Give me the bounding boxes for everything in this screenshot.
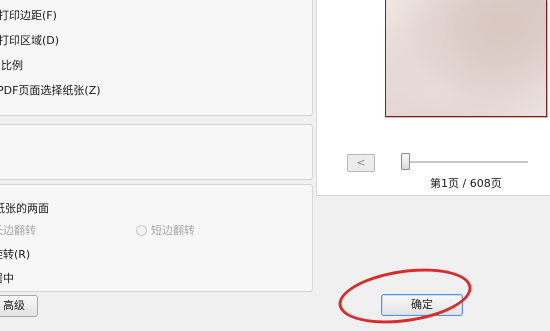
short-edge-radio[interactable]: 短边翻转 <box>136 222 195 238</box>
duplex-title: 纸张的两面 <box>0 202 49 215</box>
option-pdf-paper-label: PDF页面选择纸张(Z) <box>0 84 101 97</box>
option-print-area-label: 打印区域(D) <box>0 34 60 47</box>
page-slider-track[interactable] <box>404 161 528 164</box>
page-indicator: 第1页 / 608页 <box>430 177 502 190</box>
rotate-option[interactable]: 旋转(R) <box>0 246 30 262</box>
option-margins[interactable]: 打印边距(F) <box>0 7 57 23</box>
middle-empty-group <box>0 124 313 180</box>
advanced-button[interactable]: 高级 <box>0 295 38 317</box>
page-preview-image <box>385 0 547 117</box>
short-edge-label: 短边翻转 <box>151 224 195 237</box>
prev-page-label: < <box>356 156 366 169</box>
long-edge-radio[interactable]: 长边翻转 <box>0 222 36 238</box>
advanced-button-label: 高级 <box>3 299 25 312</box>
short-edge-radio-icon <box>136 225 147 236</box>
red-circle-annotation <box>335 260 475 331</box>
center-label: 居中 <box>0 272 14 285</box>
option-scale-label: 比例 <box>1 59 23 72</box>
option-pdf-paper[interactable]: PDF页面选择纸张(Z) <box>0 82 101 98</box>
rotate-label: 旋转(R) <box>0 248 31 261</box>
center-option[interactable]: 居中 <box>0 270 14 286</box>
option-scale[interactable]: 比例 <box>1 57 23 73</box>
option-margins-label: 打印边距(F) <box>0 9 57 22</box>
prev-page-button[interactable]: < <box>347 154 375 172</box>
option-print-area[interactable]: 打印区域(D) <box>0 32 59 48</box>
long-edge-label: 长边翻转 <box>0 224 36 237</box>
page-slider-thumb[interactable] <box>401 153 410 170</box>
